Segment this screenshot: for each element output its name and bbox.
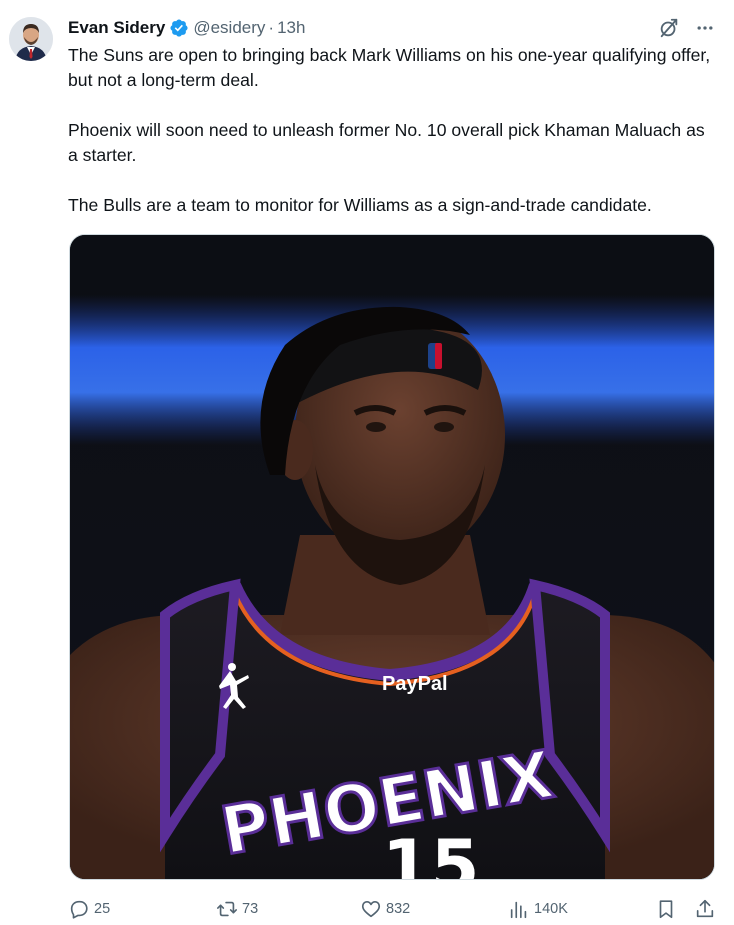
reply-icon [68, 898, 90, 920]
tweet-action-bar: 25 73 832 140K [68, 896, 718, 922]
views-button[interactable]: 140K [508, 896, 568, 922]
views-count: 140K [534, 901, 568, 917]
tweet-paragraph: Phoenix will soon need to unleash former… [68, 120, 705, 165]
like-count: 832 [386, 901, 411, 917]
tweet-top-actions [658, 17, 716, 39]
more-icon[interactable] [694, 17, 716, 39]
author-handle[interactable]: @esidery [193, 18, 265, 38]
tweet-text: The Suns are open to bringing back Mark … [68, 43, 718, 218]
tweet-paragraph: The Suns are open to bringing back Mark … [68, 45, 711, 90]
repost-button[interactable]: 73 [216, 896, 258, 922]
reply-button[interactable]: 25 [68, 896, 110, 922]
bookmark-button[interactable] [655, 896, 677, 922]
jersey-number: 15 [382, 825, 479, 880]
analytics-icon [508, 898, 530, 920]
grok-icon[interactable] [658, 17, 680, 39]
tweet-header: Evan Sidery @esidery · 13h [68, 17, 305, 39]
bookmark-icon [655, 898, 677, 920]
reply-count: 25 [94, 901, 111, 917]
author-avatar[interactable] [9, 17, 53, 61]
sponsor-patch: PayPal [382, 673, 448, 695]
heart-icon [360, 898, 382, 920]
separator-dot: · [268, 18, 275, 37]
share-button[interactable] [694, 896, 716, 922]
repost-count: 73 [242, 901, 259, 917]
tweet-photo[interactable]: PHOENIX 15 PayPal [69, 234, 715, 880]
tweet-paragraph: The Bulls are a team to monitor for Will… [68, 195, 652, 215]
verified-badge-icon [169, 18, 189, 38]
share-icon [694, 898, 716, 920]
tweet-timestamp[interactable]: 13h [277, 18, 305, 38]
repost-icon [216, 898, 238, 920]
like-button[interactable]: 832 [360, 896, 410, 922]
author-display-name[interactable]: Evan Sidery [68, 18, 165, 38]
